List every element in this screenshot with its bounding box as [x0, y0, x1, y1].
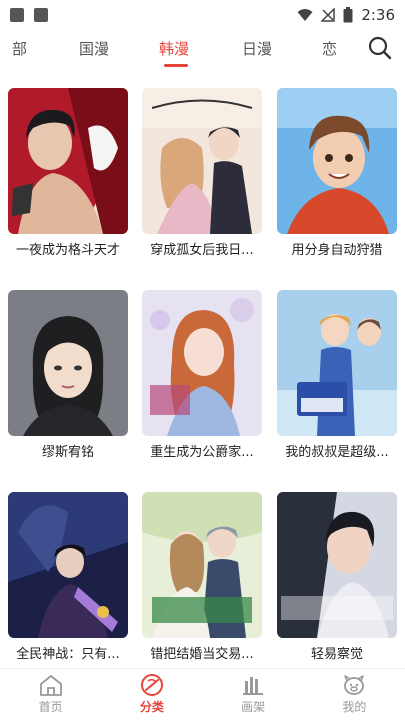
comic-card[interactable]: 错把结婚当交易... — [142, 492, 262, 662]
comic-card[interactable]: 我的叔叔是超级... — [277, 290, 397, 460]
comic-card[interactable]: 全民神战：只有... — [8, 492, 128, 662]
comic-card[interactable]: 一夜成为格斗天才 — [8, 88, 128, 258]
comic-cover — [8, 492, 128, 638]
nav-home-label: 首页 — [38, 700, 63, 714]
tab-hanman[interactable]: 韩漫 — [159, 38, 189, 59]
tab-all[interactable]: 部 — [12, 38, 27, 59]
comic-card[interactable]: 用分身自动狩猎 — [277, 88, 397, 258]
no-signal-icon — [321, 8, 336, 22]
app-notification-icon — [34, 8, 48, 22]
comic-title: 缪斯宥铭 — [41, 445, 94, 460]
nav-profile[interactable]: 我的 — [304, 669, 405, 720]
comic-cover — [277, 492, 397, 638]
category-icon — [140, 674, 163, 696]
nav-shelf-label: 画架 — [241, 700, 266, 714]
comic-cover — [142, 492, 262, 638]
nav-home[interactable]: 首页 — [0, 669, 101, 720]
search-icon[interactable] — [367, 35, 393, 61]
status-time: 2:36 — [361, 6, 395, 24]
comic-title: 错把结婚当交易... — [150, 647, 254, 662]
home-icon — [39, 675, 62, 696]
comic-title: 一夜成为格斗天才 — [15, 243, 120, 258]
comic-card[interactable]: 轻易察觉 — [277, 492, 397, 662]
comic-cover — [8, 88, 128, 234]
nav-profile-label: 我的 — [342, 700, 367, 714]
status-bar: 2:36 — [0, 0, 405, 30]
comic-title: 重生成为公爵家... — [150, 445, 254, 460]
comic-title: 轻易察觉 — [310, 647, 363, 662]
bottom-nav: 首页 分类 画架 我的 — [0, 668, 405, 720]
wifi-icon — [297, 9, 313, 21]
comic-title: 全民神战：只有... — [16, 647, 120, 662]
comic-title: 穿成孤女后我日... — [150, 243, 254, 258]
comic-cover — [277, 88, 397, 234]
battery-icon — [343, 7, 353, 23]
comic-cover — [142, 290, 262, 436]
nav-category-label: 分类 — [139, 700, 164, 714]
tab-riman[interactable]: 日漫 — [242, 38, 272, 59]
image-notification-icon — [10, 8, 24, 22]
comic-card[interactable]: 重生成为公爵家... — [142, 290, 262, 460]
comic-title: 我的叔叔是超级... — [285, 445, 389, 460]
comic-cover — [8, 290, 128, 436]
tab-romance[interactable]: 恋 — [322, 38, 337, 59]
profile-icon — [344, 675, 365, 695]
comic-cover — [277, 290, 397, 436]
comic-cover — [142, 88, 262, 234]
nav-category[interactable]: 分类 — [101, 669, 202, 720]
shelf-icon — [243, 677, 264, 695]
category-tabs: 部 国漫 韩漫 日漫 恋 — [0, 30, 405, 68]
active-tab-indicator — [164, 64, 188, 67]
comic-title: 用分身自动狩猎 — [291, 243, 383, 258]
comic-card[interactable]: 穿成孤女后我日... — [142, 88, 262, 258]
comic-card[interactable]: 缪斯宥铭 — [8, 290, 128, 460]
tab-guoman[interactable]: 国漫 — [79, 38, 109, 59]
nav-shelf[interactable]: 画架 — [203, 669, 304, 720]
